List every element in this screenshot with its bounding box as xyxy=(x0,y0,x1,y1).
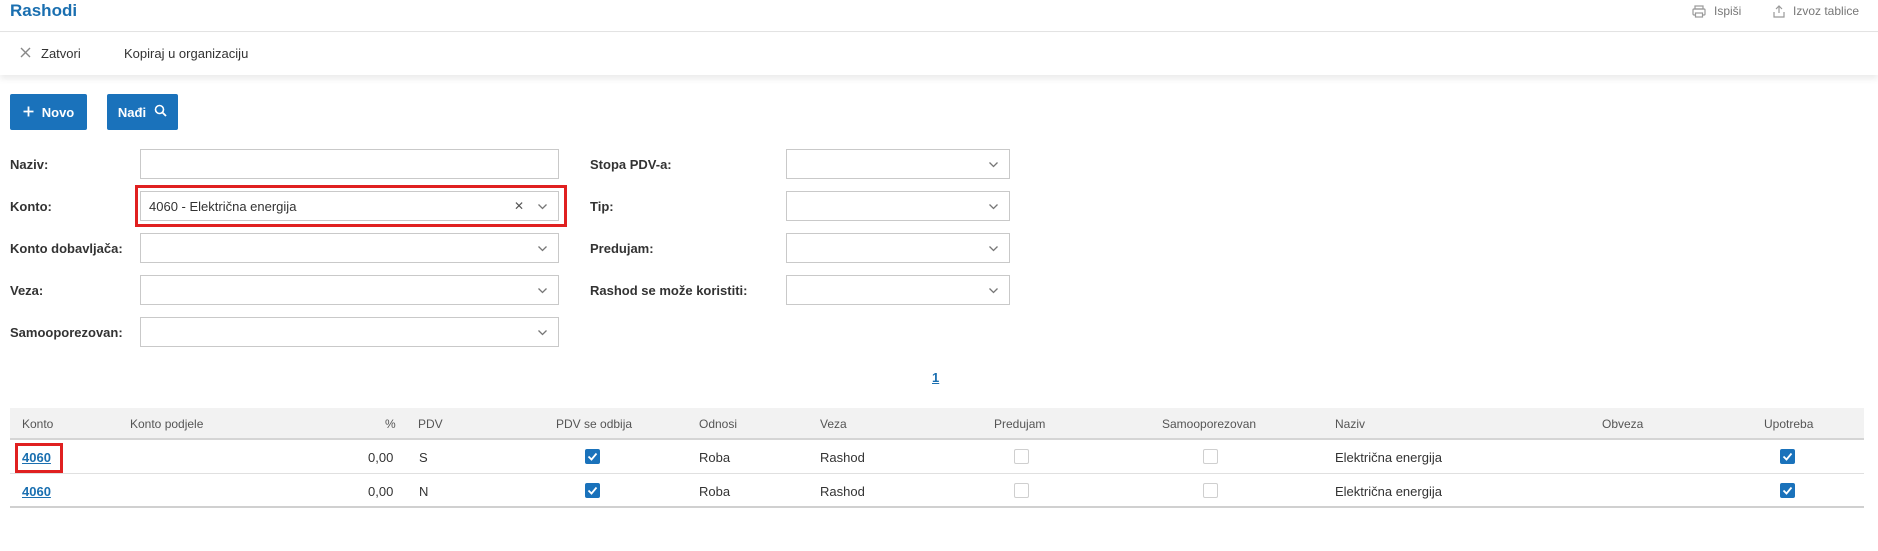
predujam-select[interactable] xyxy=(786,233,1010,263)
chevron-down-icon xyxy=(988,284,999,299)
konto-label: Konto: xyxy=(10,199,52,214)
samooporezovan-label: Samooporezovan: xyxy=(10,325,123,340)
konto-link-highlight-box xyxy=(15,443,63,473)
find-label: Nađi xyxy=(117,104,147,120)
chevron-down-icon xyxy=(988,200,999,215)
column-upotreba[interactable]: Upotreba xyxy=(1764,417,1813,431)
rashod-koristiti-label: Rashod se može koristiti: xyxy=(590,283,748,298)
konto-dobavljaca-select[interactable] xyxy=(140,233,559,263)
close-label: Zatvori xyxy=(41,46,81,61)
export-table-button[interactable]: Izvoz tablice xyxy=(1773,4,1859,18)
export-icon xyxy=(1773,4,1785,18)
tip-select[interactable] xyxy=(786,191,1010,221)
top-bar: Rashodi Ispiši Izvoz tablice xyxy=(0,0,1878,32)
checkbox-checked-icon xyxy=(1782,452,1793,461)
naziv-label: Naziv: xyxy=(10,157,49,172)
rashod-koristiti-select[interactable] xyxy=(786,275,1010,305)
samooporezovan-checkbox[interactable] xyxy=(1203,483,1218,498)
new-label: Novo xyxy=(41,104,75,120)
checkbox-checked-icon xyxy=(1782,486,1793,495)
naziv-input[interactable] xyxy=(140,149,559,179)
printer-icon xyxy=(1692,4,1706,18)
veza-cell: Rashod xyxy=(820,450,865,465)
search-icon xyxy=(154,104,167,120)
find-button[interactable]: Nađi xyxy=(107,94,178,130)
konto-link[interactable]: 4060 xyxy=(22,484,51,499)
copy-label: Kopiraj u organizaciju xyxy=(124,46,249,61)
konto-highlight-box xyxy=(135,185,567,227)
upotreba-checkbox[interactable] xyxy=(1780,449,1795,464)
percent-cell: 0,00 xyxy=(368,484,394,499)
stopa-pdv-label: Stopa PDV-a: xyxy=(590,157,672,172)
table-row[interactable]: 4060 0,00 S Roba Rashod Električna energ… xyxy=(10,440,1864,474)
pdv-cell: S xyxy=(419,450,428,465)
pagination-page-1[interactable]: 1 xyxy=(932,370,939,385)
close-icon xyxy=(20,46,31,61)
naziv-cell: Električna energija xyxy=(1335,450,1442,465)
predujam-checkbox[interactable] xyxy=(1014,483,1029,498)
export-label: Izvoz tablice xyxy=(1793,4,1860,18)
checkbox-checked-icon xyxy=(587,486,598,495)
pdv-se-odbija-checkbox[interactable] xyxy=(585,483,600,498)
action-bar: Zatvori Kopiraj u organizaciju xyxy=(0,33,1878,75)
print-button[interactable]: Ispiši xyxy=(1692,4,1741,18)
column-predujam[interactable]: Predujam xyxy=(994,417,1045,431)
column-odnosi[interactable]: Odnosi xyxy=(699,417,737,431)
veza-cell: Rashod xyxy=(820,484,865,499)
predujam-checkbox[interactable] xyxy=(1014,449,1029,464)
veza-label: Veza: xyxy=(10,283,44,298)
table-header: Konto Konto podjele % PDV PDV se odbija … xyxy=(10,408,1864,440)
column-konto-podjele[interactable]: Konto podjele xyxy=(130,417,203,431)
naziv-cell: Električna energija xyxy=(1335,484,1442,499)
stopa-pdv-select[interactable] xyxy=(786,149,1010,179)
konto-dobavljaca-label: Konto dobavljača: xyxy=(10,241,123,256)
page-title: Rashodi xyxy=(10,1,78,20)
column-veza[interactable]: Veza xyxy=(820,417,847,431)
chevron-down-icon xyxy=(537,284,548,299)
chevron-down-icon xyxy=(988,158,999,173)
column-pdv[interactable]: PDV xyxy=(418,417,443,431)
plus-icon xyxy=(23,105,34,120)
table-row[interactable]: 4060 0,00 N Roba Rashod Električna energ… xyxy=(10,474,1864,508)
odnosi-cell: Roba xyxy=(699,450,731,465)
copy-to-organization-button[interactable]: Kopiraj u organizaciju xyxy=(124,46,248,61)
chevron-down-icon xyxy=(988,242,999,257)
chevron-down-icon xyxy=(537,326,548,341)
close-button[interactable]: Zatvori xyxy=(20,46,81,61)
tip-label: Tip: xyxy=(590,199,614,214)
predujam-label: Predujam: xyxy=(590,241,654,256)
print-label: Ispiši xyxy=(1714,4,1742,18)
percent-cell: 0,00 xyxy=(368,450,394,465)
column-naziv[interactable]: Naziv xyxy=(1335,417,1365,431)
samooporezovan-select[interactable] xyxy=(140,317,559,347)
veza-select[interactable] xyxy=(140,275,559,305)
column-pdv-se-odbija[interactable]: PDV se odbija xyxy=(556,417,632,431)
chevron-down-icon xyxy=(537,242,548,257)
column-samooporezovan[interactable]: Samooporezovan xyxy=(1162,417,1256,431)
upotreba-checkbox[interactable] xyxy=(1780,483,1795,498)
column-konto[interactable]: Konto xyxy=(22,417,53,431)
column-percent[interactable]: % xyxy=(385,417,396,431)
pdv-se-odbija-checkbox[interactable] xyxy=(585,449,600,464)
pdv-cell: N xyxy=(419,484,429,499)
new-button[interactable]: Novo xyxy=(10,94,87,130)
column-obveza[interactable]: Obveza xyxy=(1602,417,1643,431)
odnosi-cell: Roba xyxy=(699,484,731,499)
checkbox-checked-icon xyxy=(587,452,598,461)
samooporezovan-checkbox[interactable] xyxy=(1203,449,1218,464)
